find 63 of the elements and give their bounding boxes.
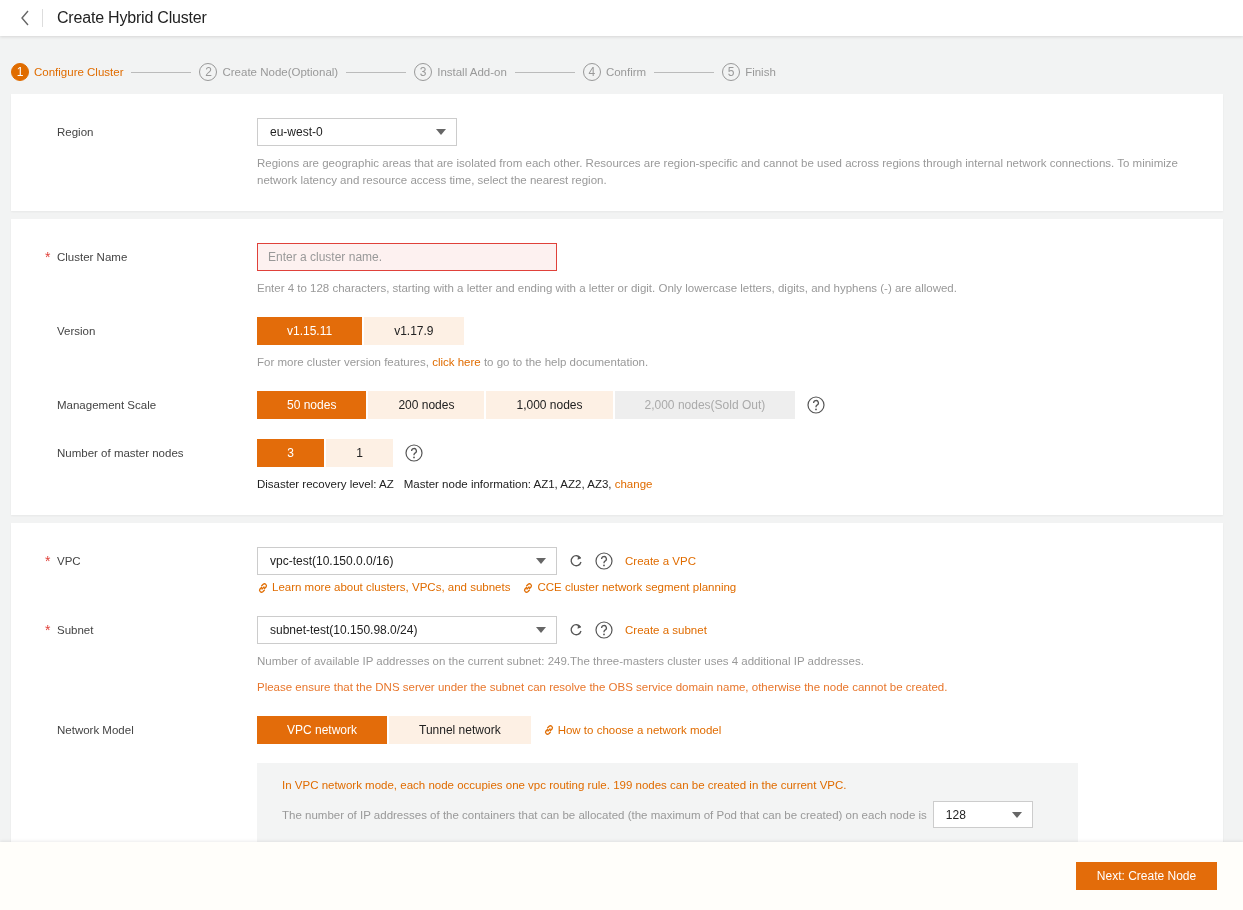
info-text: In VPC network mode, each node occupies one vpc routing rule. 199 nodes can be created in the current VPC. — [282, 779, 848, 791]
refresh-icon[interactable] — [569, 554, 583, 568]
info-text: Master node information: AZ1, AZ2, AZ3, — [403, 478, 613, 490]
next-button[interactable]: Next: Create Node — [1076, 862, 1217, 890]
link[interactable]: Create a subnet — [625, 624, 707, 636]
step-indicator: 3 Install Add-on — [414, 63, 507, 81]
caret-icon — [536, 627, 546, 633]
hint-text: For more cluster version features, click here to go to the help documentation. — [257, 355, 650, 370]
hint-text: Number of available IP addresses on the current subnet: 249.The three-masters cluster uses 4 additional IP addresses. — [257, 654, 865, 669]
link[interactable]: click here — [432, 356, 481, 368]
option-button[interactable]: Tunnel network — [389, 716, 531, 744]
dropdown-field[interactable]: 128 — [932, 801, 1033, 828]
help-icon[interactable] — [595, 552, 613, 570]
field-label: Management Scale — [57, 398, 157, 413]
dropdown-field[interactable]: vpc-test(10.150.0.0/16) — [257, 547, 557, 575]
refresh-icon[interactable] — [569, 623, 583, 637]
warning-text: Please ensure that the DNS server under the subnet can resolve the OBS service domain name, otherwise the node cannot be created. — [257, 680, 949, 695]
link[interactable]: Create a VPC — [625, 555, 696, 567]
required-mark: * — [45, 248, 51, 267]
option-button[interactable]: 200 nodes — [368, 391, 485, 419]
link-icon — [542, 724, 555, 736]
step-indicator: 1 Configure Cluster — [11, 63, 124, 81]
caret-icon — [1011, 811, 1022, 818]
field-label: Region — [57, 125, 94, 140]
option-button[interactable]: 50 nodes — [257, 391, 367, 419]
option-button[interactable]: v1.17.9 — [364, 317, 464, 345]
step-indicator: 4 Confirm — [582, 63, 647, 81]
required-mark: * — [45, 621, 51, 640]
link-icon — [257, 581, 269, 594]
info-text: Disaster recovery level: AZ — [257, 478, 394, 490]
link[interactable]: How to choose a network model — [542, 724, 722, 736]
option-button[interactable]: 1 — [326, 439, 393, 467]
back-icon[interactable] — [20, 10, 30, 26]
required-mark: * — [45, 552, 51, 571]
hint-text: The number of IP addresses of the containers that can be allocated (the maximum of Pod that can be created) on each node is — [282, 808, 927, 821]
help-icon[interactable] — [405, 444, 423, 462]
caret-icon — [536, 558, 546, 564]
step-indicator: 2 Create Node(Optional) — [199, 63, 339, 81]
link-icon — [522, 581, 535, 594]
help-icon[interactable] — [595, 621, 613, 639]
option-button: 2,000 nodes(Sold Out) — [614, 391, 796, 419]
hint-text: Enter 4 to 128 characters, starting with a letter and ending with a letter or digit. Only lowercase letters, digits, and hyphens (-) are allowed. — [257, 281, 958, 296]
field-label: Version — [57, 324, 96, 339]
field-label: Number of master nodes — [57, 446, 184, 461]
field-label: Cluster Name — [57, 250, 128, 265]
caret-icon — [436, 129, 446, 135]
step-indicator: 5 Finish — [722, 63, 776, 81]
text-input[interactable]: Enter a cluster name. — [257, 243, 557, 271]
field-label: VPC — [57, 554, 81, 569]
option-button[interactable]: 1,000 nodes — [486, 391, 613, 419]
option-button[interactable]: v1.15.11 — [257, 317, 363, 345]
page-title: Create Hybrid Cluster — [57, 9, 207, 27]
help-icon[interactable] — [807, 396, 826, 414]
option-button[interactable]: 3 — [257, 439, 324, 467]
dropdown-field[interactable]: eu-west-0 — [257, 118, 457, 146]
link[interactable]: change — [614, 476, 653, 493]
option-button[interactable]: VPC network — [257, 716, 388, 744]
hint-text: Regions are geographic areas that are isolated from each other. Resources are region-specific and cannot be used across regions through internal network connections. To minimize network latency and resource access time, select the nearest region. — [257, 156, 1179, 188]
dropdown-field[interactable]: subnet-test(10.150.98.0/24) — [257, 616, 557, 644]
link[interactable]: CCE cluster network segment planning — [522, 579, 737, 596]
link[interactable]: Learn more about clusters, VPCs, and subnets — [257, 579, 511, 596]
field-label: Subnet — [57, 623, 94, 638]
field-label: Network Model — [57, 723, 134, 738]
